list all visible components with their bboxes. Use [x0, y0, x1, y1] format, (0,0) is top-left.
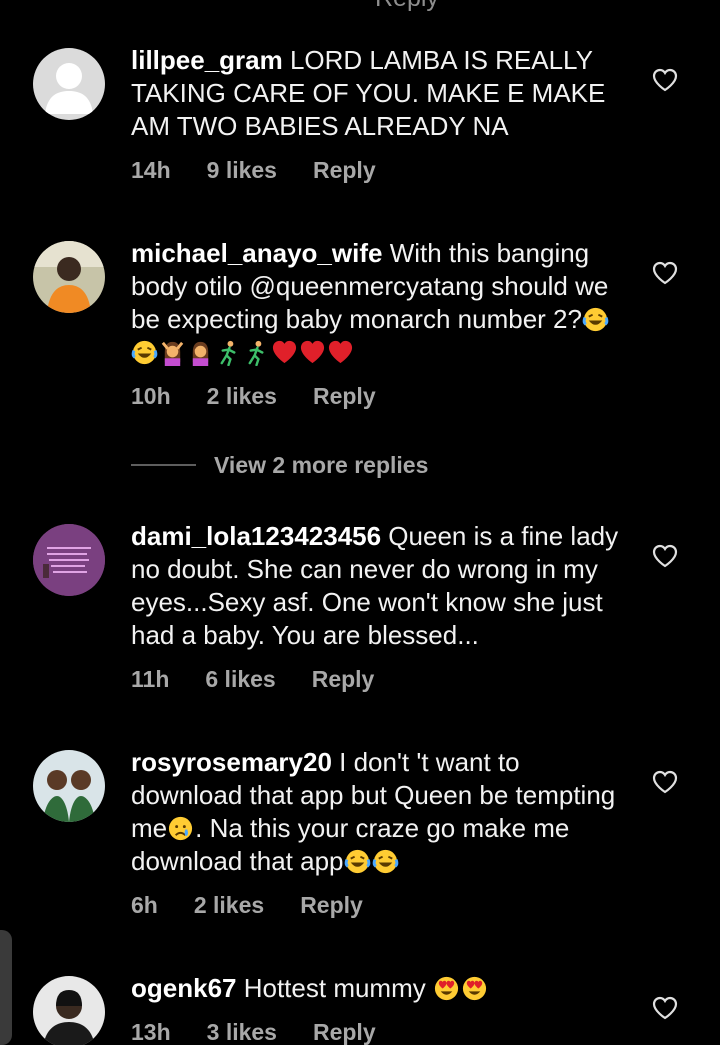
comment-meta: 11h 6 likes Reply — [131, 666, 374, 693]
reply-button[interactable]: Reply — [300, 892, 363, 918]
avatar[interactable] — [33, 976, 105, 1045]
comment-time: 13h — [131, 1019, 171, 1045]
reply-button[interactable]: Reply — [313, 383, 376, 409]
comment-username[interactable]: rosyrosemary20 — [131, 747, 332, 777]
comment-likes[interactable]: 3 likes — [207, 1019, 277, 1045]
like-heart-icon[interactable] — [652, 996, 678, 1020]
avatar[interactable] — [33, 48, 105, 120]
comment-time: 14h — [131, 157, 171, 183]
comment-text: ogenk67 Hottest mummy — [131, 972, 631, 1005]
heart-eyes-icon — [434, 976, 459, 1001]
red-heart-icon — [300, 340, 325, 364]
comment-likes[interactable]: 2 likes — [207, 383, 277, 409]
laughing-tears-icon — [131, 340, 158, 365]
reply-button[interactable]: Reply — [312, 666, 375, 692]
like-heart-icon[interactable] — [652, 261, 678, 285]
user-photo-icon — [33, 976, 105, 1045]
comment-likes[interactable]: 2 likes — [194, 892, 264, 918]
comment-text: rosyrosemary20 I don't 't want to downlo… — [131, 746, 631, 878]
user-photo-icon — [33, 241, 105, 313]
red-heart-icon — [328, 340, 353, 364]
avatar[interactable] — [33, 524, 105, 596]
avatar[interactable] — [33, 241, 105, 313]
running-man-icon — [220, 340, 236, 366]
comment-text: lillpee_gram LORD LAMBA IS REALLY TAKING… — [131, 44, 631, 143]
red-heart-icon — [272, 340, 297, 364]
comment-username[interactable]: michael_anayo_wife — [131, 238, 382, 268]
comment-username[interactable]: ogenk67 — [131, 973, 237, 1003]
comment-meta: 6h 2 likes Reply — [131, 892, 363, 919]
comment-time: 6h — [131, 892, 158, 918]
comment-likes[interactable]: 6 likes — [205, 666, 275, 692]
comment-time: 11h — [131, 666, 170, 692]
reply-button[interactable]: Reply — [313, 1019, 376, 1045]
avatar[interactable] — [33, 750, 105, 822]
comment-text: michael_anayo_wife With this banging bod… — [131, 237, 631, 369]
comment-username[interactable]: dami_lola123423456 — [131, 521, 381, 551]
view-more-replies-button[interactable]: View 2 more replies — [131, 450, 428, 480]
crying-face-icon — [169, 816, 193, 841]
comment-likes[interactable]: 9 likes — [207, 157, 277, 183]
woman-facepalming-icon — [192, 341, 209, 366]
like-heart-icon[interactable] — [652, 544, 678, 568]
heart-eyes-icon — [462, 976, 487, 1001]
edge-panel-handle[interactable] — [0, 930, 12, 1045]
comment-text: dami_lola123423456 Queen is a fine lady … — [131, 520, 631, 652]
comment-meta: 14h 9 likes Reply — [131, 157, 376, 184]
pink-text-avatar-icon — [33, 524, 105, 596]
previous-comment-fragment: Reply — [0, 0, 720, 13]
comments-screen: Reply lillpee_gram LORD LAMBA IS REALLY … — [0, 0, 720, 1045]
running-man-icon — [248, 340, 264, 366]
laughing-tears-icon — [372, 849, 398, 874]
comment-meta: 13h 3 likes Reply — [131, 1019, 376, 1045]
laughing-tears-icon — [344, 849, 370, 874]
reply-button[interactable]: Reply — [313, 157, 376, 183]
divider-line — [131, 464, 196, 466]
woman-gesturing-icon — [161, 341, 184, 366]
previous-reply-fragment[interactable]: Reply — [375, 0, 439, 13]
view-more-replies-label[interactable]: View 2 more replies — [214, 452, 428, 479]
laughing-tears-icon — [582, 307, 609, 332]
comment-username[interactable]: lillpee_gram — [131, 45, 283, 75]
like-heart-icon[interactable] — [652, 68, 678, 92]
default-avatar-icon — [33, 48, 105, 120]
like-heart-icon[interactable] — [652, 770, 678, 794]
comment-time: 10h — [131, 383, 171, 409]
comment-body: Hottest mummy — [236, 973, 433, 1003]
user-photo-icon — [33, 750, 105, 822]
comment-meta: 10h 2 likes Reply — [131, 383, 376, 410]
